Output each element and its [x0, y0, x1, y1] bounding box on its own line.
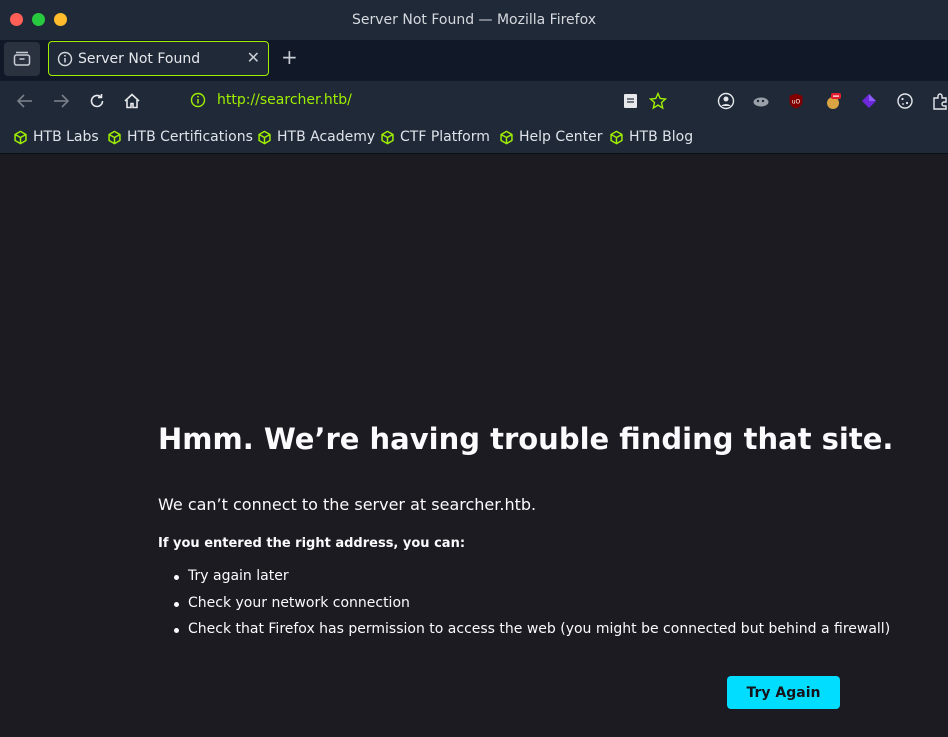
bookmarks-toolbar: HTB Labs HTB Certifications HTB Academy …	[0, 121, 948, 153]
ublock-icon[interactable]: uO	[787, 92, 805, 110]
bookmark-label: Help Center	[519, 129, 603, 145]
new-tab-button[interactable]: +	[281, 47, 298, 67]
list-item: Check that Firefox has permission to acc…	[174, 621, 890, 648]
bookmark-htb-labs[interactable]: HTB Labs	[13, 128, 99, 146]
error-subheading: If you entered the right address, you ca…	[158, 536, 466, 551]
url-text[interactable]: http://searcher.htb/	[217, 92, 352, 108]
htb-cube-icon	[381, 130, 394, 144]
cookie-editor-icon[interactable]	[824, 92, 842, 110]
bookmark-label: HTB Academy	[277, 129, 376, 145]
try-again-button[interactable]: Try Again	[727, 676, 840, 709]
window-title: Server Not Found — Mozilla Firefox	[351, 12, 596, 28]
bookmark-star-icon[interactable]	[649, 92, 667, 110]
window-titlebar: Server Not Found — Mozilla Firefox	[0, 0, 948, 40]
htb-cube-icon	[500, 130, 513, 144]
bookmark-label: CTF Platform	[400, 129, 490, 145]
tab-close-icon[interactable]: ✕	[247, 48, 260, 67]
tab-title: Server Not Found	[78, 51, 201, 67]
suggestion-list: Try again later Check your network conne…	[174, 568, 890, 648]
htb-cube-icon	[258, 130, 271, 144]
account-icon[interactable]	[717, 92, 735, 110]
htb-cube-icon	[610, 130, 623, 144]
home-icon	[124, 93, 140, 109]
bookmark-ctf-platform[interactable]: CTF Platform	[380, 128, 490, 146]
bookmark-label: HTB Blog	[629, 129, 694, 145]
bookmark-htb-certifications[interactable]: HTB Certifications	[107, 128, 253, 146]
forward-button[interactable]	[51, 91, 71, 111]
htb-cube-icon	[14, 130, 27, 144]
back-button[interactable]	[15, 91, 35, 111]
bookmark-htb-academy[interactable]: HTB Academy	[257, 128, 375, 146]
htb-cube-icon	[108, 130, 121, 144]
error-description: We can’t connect to the server at search…	[158, 495, 537, 514]
reader-icon[interactable]	[622, 92, 640, 110]
navigation-toolbar: http://searcher.htb/ uO	[0, 81, 948, 121]
bookmark-label: HTB Certifications	[127, 129, 253, 145]
home-button[interactable]	[122, 91, 142, 111]
error-title: Hmm. We’re having trouble finding that s…	[158, 422, 894, 456]
forward-icon	[54, 94, 70, 108]
page-content: Hmm. We’re having trouble finding that s…	[0, 153, 948, 737]
reload-button[interactable]	[87, 91, 107, 111]
bookmark-htb-blog[interactable]: HTB Blog	[609, 128, 693, 146]
reload-icon	[90, 94, 104, 108]
extensions-puzzle-icon[interactable]	[931, 92, 948, 110]
list-item: Try again later	[174, 568, 890, 595]
tab-strip: Server Not Found ✕ +	[0, 40, 948, 81]
cookie-icon[interactable]	[896, 92, 914, 110]
svg-text:uO: uO	[792, 99, 801, 106]
info-icon	[57, 51, 73, 67]
tab-server-not-found[interactable]: Server Not Found ✕	[48, 41, 269, 76]
page-info-icon[interactable]	[190, 92, 206, 108]
extension-purple-icon[interactable]	[860, 92, 878, 110]
back-icon	[16, 94, 32, 108]
bookmark-label: HTB Labs	[33, 129, 99, 145]
extension-wappalyzer-icon[interactable]	[752, 92, 770, 110]
tab-list-icon	[13, 51, 31, 66]
bookmark-help-center[interactable]: Help Center	[499, 128, 603, 146]
tab-overview-button[interactable]	[4, 42, 40, 76]
list-item: Check your network connection	[174, 595, 890, 622]
url-bar[interactable]: http://searcher.htb/	[180, 87, 690, 115]
